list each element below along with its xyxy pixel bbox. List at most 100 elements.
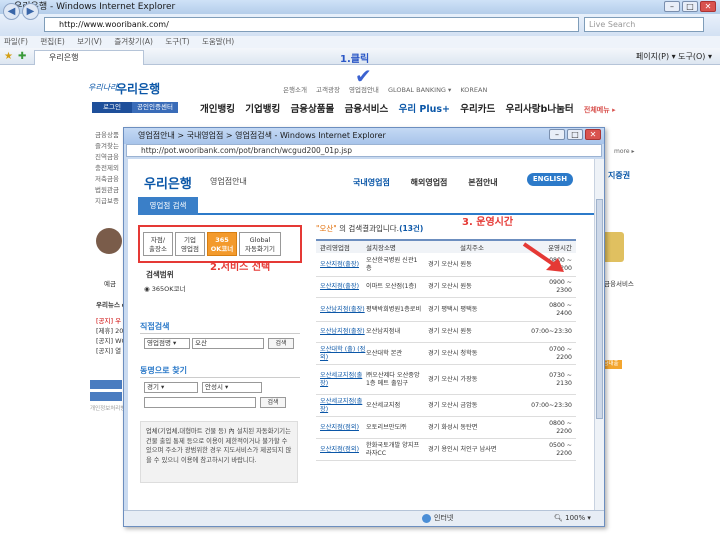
branch-link[interactable]: 오산지점(점외) — [316, 446, 366, 454]
sido-select[interactable]: 경기 ▾ — [144, 382, 198, 393]
minimize-button[interactable]: – — [664, 1, 680, 12]
menu-favorites[interactable]: 즐겨찾기(A) — [114, 37, 153, 46]
news-title[interactable]: 우리뉴스 ▸ — [96, 300, 126, 310]
outer-window-title: 우리은행 - Windows Internet Explorer — [0, 0, 720, 14]
nav-services[interactable]: 금융서비스 — [345, 104, 389, 115]
back-icon[interactable]: ◀ — [3, 3, 20, 20]
nav-card[interactable]: 우리카드 — [460, 104, 495, 115]
dong-input[interactable] — [144, 397, 256, 408]
bg-left-line: 충전제외 — [95, 164, 119, 172]
news-item[interactable]: [공지] 열 — [96, 346, 126, 356]
address-cell: 경기 오산시 원동 — [428, 283, 472, 290]
forward-icon[interactable]: ▶ — [22, 3, 39, 20]
svc-label: Global 자동화기기 — [245, 236, 275, 253]
util-language[interactable]: KOREAN — [460, 86, 487, 94]
branch-link[interactable]: 오산지점(출장) — [316, 283, 366, 291]
place-cell: 오토리브만도㈜ — [366, 423, 407, 431]
bg-right-line: 지증권 — [608, 171, 631, 180]
direct-search-button[interactable]: 검색 — [268, 338, 294, 349]
svc-corporate-button[interactable]: 기업 영업점 — [175, 232, 205, 256]
maximize-button[interactable]: □ — [682, 1, 698, 12]
news-item[interactable]: [공지] 우 — [96, 316, 126, 326]
branch-link[interactable]: 오산남지점(출장) — [316, 328, 366, 336]
bg-left-line: 지급보증 — [95, 197, 119, 205]
popup-address-bar[interactable]: http://pot.wooribank.com/pot/branch/wcgu… — [126, 144, 602, 157]
util-customer[interactable]: 고객광장 — [316, 86, 340, 94]
nav-products[interactable]: 금융상품몰 — [291, 104, 335, 115]
menu-help[interactable]: 도움말(H) — [202, 37, 234, 46]
woori-logo[interactable]: 우리은행 — [116, 80, 160, 97]
bg-blue-banner[interactable] — [90, 392, 122, 401]
branch-link[interactable]: 오산대학 (출) (점외) — [316, 346, 366, 362]
col-address: 설치주소 — [460, 244, 484, 252]
divider — [140, 333, 300, 334]
table-row: 오산지점(점외) 한화국토개발 양지프라자CC 경기 용인시 처인구 남사면 0500… — [316, 439, 576, 461]
popup-scrollbar[interactable] — [594, 159, 604, 510]
branch-link[interactable]: 오산세교지점(출장) — [316, 372, 366, 388]
nav-personal[interactable]: 개인뱅킹 — [200, 104, 235, 115]
branch-name-select[interactable]: 영업점명 ▾ — [144, 338, 190, 349]
notice-box: 업체(기업체,대형마트 건물 등) 內 설치된 자동화기기는 건물 출입 통제 … — [140, 421, 298, 483]
nav-corporate[interactable]: 기업뱅킹 — [245, 104, 280, 115]
address-cell: 경기 오산시 가장동 — [428, 375, 478, 383]
range-radio-365ok[interactable]: ◉ 365OK코너 — [144, 283, 185, 293]
popup-close-button[interactable]: ✕ — [585, 129, 601, 140]
add-favorite-icon[interactable]: ✚ — [18, 51, 26, 62]
svc-branch-button[interactable]: 자점/ 출장소 — [143, 232, 173, 256]
tab-woori[interactable]: 우리은행 — [34, 50, 144, 65]
gu-select[interactable]: 안성시 ▾ — [202, 382, 262, 393]
popup-logo[interactable]: 우리은행 — [144, 173, 192, 192]
svc-global-atm-button[interactable]: Global 자동화기기 — [239, 232, 281, 256]
command-bar[interactable]: 페이지(P) ▾ 도구(O) ▾ — [636, 51, 712, 62]
bg-right-text: 지증권 — [608, 150, 630, 181]
menu-view[interactable]: 보기(V) — [77, 37, 102, 46]
branch-link[interactable]: 오산남지점(출장) — [316, 306, 366, 314]
address-cell: 경기 화성시 동탄면 — [428, 423, 478, 431]
news-item[interactable]: [제휴] 20 — [96, 326, 126, 336]
place-cell: ㈜오산제다 오산중앙 1층 메트 출입구 — [366, 371, 420, 387]
nav-sharing[interactable]: 우리사랑b나눔터 — [506, 104, 574, 115]
tab-overseas[interactable]: 해외영업점 — [411, 178, 448, 187]
news-item[interactable]: [공지] WC — [96, 336, 126, 346]
branch-link[interactable]: 오산지점(점외) — [316, 424, 366, 432]
util-global[interactable]: GLOBAL BANKING ▾ — [388, 86, 451, 94]
nav-plus[interactable]: 우리 Plus+ — [399, 104, 450, 115]
menu-edit[interactable]: 편집(E) — [40, 37, 64, 46]
menu-file[interactable]: 파일(F) — [4, 37, 28, 46]
zoom-level[interactable]: 🔍︎ 100% ▾ — [554, 511, 591, 526]
search-input[interactable]: Live Search — [584, 17, 704, 32]
bg-blue-banner[interactable] — [90, 380, 122, 389]
branch-link[interactable]: 오산지점(출장) — [316, 261, 366, 269]
tab-domestic[interactable]: 국내영업점 — [353, 178, 390, 187]
direct-search-input[interactable]: 오산 — [192, 338, 264, 349]
svc-365ok-button[interactable]: 365 OK코너 — [207, 232, 237, 256]
annotation-step3: 3. 운영시간 — [462, 217, 514, 228]
popup-maximize-button[interactable]: □ — [567, 129, 583, 140]
place-cell: 오산남지점내 — [366, 328, 401, 335]
english-button[interactable]: ENGLISH — [527, 173, 573, 186]
popup-title-text: 영업점안내 > 국내영업점 > 영업점검색 - Windows Internet… — [138, 131, 386, 140]
branch-link[interactable]: 오산세교지점(출장) — [316, 398, 366, 414]
scrollbar-thumb[interactable] — [596, 199, 603, 419]
annotation-step1: 1.클릭 — [340, 54, 370, 65]
close-button[interactable]: ✕ — [700, 1, 716, 12]
util-about[interactable]: 은행소개 — [283, 86, 307, 94]
dong-search-button[interactable]: 검색 — [260, 397, 286, 408]
place-cell: 평택박희병원1층로비 — [366, 305, 422, 313]
popup-minimize-button[interactable]: – — [549, 129, 565, 140]
hours-cell: 07:00~23:30 — [531, 401, 572, 409]
menu-tools[interactable]: 도구(T) — [165, 37, 189, 46]
notice-text: 업체(기업체,대형마트 건물 등) 內 설치된 자동화기기는 건물 출입 통제 … — [146, 428, 292, 464]
bg-left-line: 금융상품 — [95, 131, 119, 139]
login-button[interactable]: 로그인 — [92, 102, 132, 113]
branch-search-tab[interactable]: 영업점 검색 — [138, 197, 198, 215]
address-bar[interactable]: http://www.wooribank.com/ — [44, 17, 579, 32]
hours-cell: 0700 ~ 2200 — [549, 345, 572, 361]
cert-center-button[interactable]: 공인인증센터 — [132, 102, 178, 113]
bg-left-line: 진역금융 — [95, 153, 119, 161]
favorites-star-icon[interactable]: ★ — [4, 51, 13, 62]
deposit-icon[interactable] — [96, 228, 122, 254]
tab-headquarters[interactable]: 본점안내 — [468, 178, 497, 187]
nav-total-menu[interactable]: 전체메뉴 ▸ — [584, 106, 616, 114]
globe-icon — [422, 514, 431, 523]
